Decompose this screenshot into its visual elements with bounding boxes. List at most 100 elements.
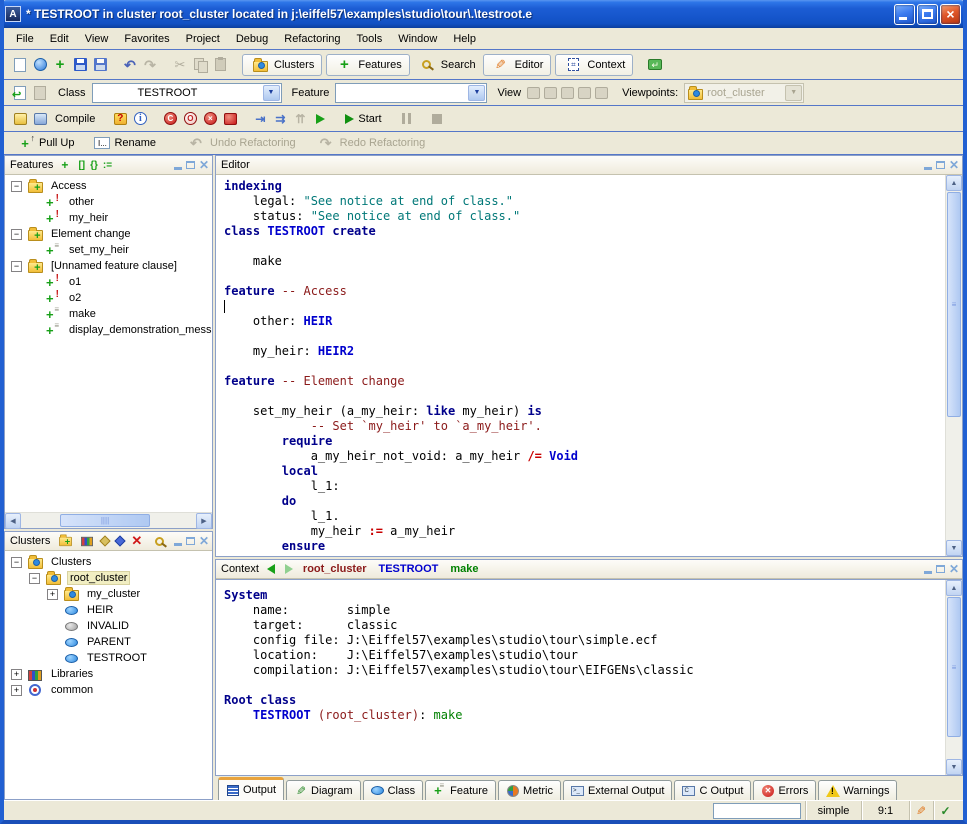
menu-tools[interactable]: Tools (349, 30, 391, 48)
editable-state-button[interactable]: ✎ (909, 801, 933, 820)
collapse-icon[interactable]: − (29, 573, 40, 584)
view-clickable-icon[interactable] (544, 87, 557, 99)
menu-favorites[interactable]: Favorites (116, 30, 177, 48)
melt-icon[interactable] (12, 111, 28, 127)
features-panel-header[interactable]: Features + []{}:= ✕ (5, 156, 212, 175)
external-editor-icon[interactable] (647, 57, 663, 73)
start-button[interactable]: Start (340, 108, 386, 130)
clusters-tree-item-my-cluster[interactable]: +my_cluster (5, 586, 212, 602)
clusters-panel-header[interactable]: Clusters ✕ ✕ (5, 532, 212, 551)
feature-view-tool-icon-0[interactable]: [] (78, 160, 85, 171)
delete-icon[interactable]: ✕ (131, 533, 142, 549)
clusters-tree-item-invalid[interactable]: INVALID (5, 618, 212, 634)
scroll-down-icon[interactable]: ▼ (946, 540, 962, 556)
tab-errors[interactable]: ✕Errors (753, 780, 816, 800)
ctx-scroll-down-icon[interactable]: ▼ (946, 759, 962, 775)
features-hscroll-thumb[interactable]: |||| (60, 514, 150, 527)
features-minimize-icon[interactable] (174, 167, 182, 170)
context-vscroll-thumb[interactable]: ≡ (947, 597, 961, 737)
compile-query-icon[interactable]: ? (112, 111, 128, 127)
features-tool-button[interactable]: +Features (326, 54, 409, 76)
clusters-close-icon[interactable]: ✕ (199, 536, 209, 546)
clusters-tree-item-heir[interactable]: HEIR (5, 602, 212, 618)
features-tree-item-make[interactable]: +make (5, 306, 212, 322)
features-tree-item-o1[interactable]: +o1 (5, 274, 212, 290)
editor-vscrollbar[interactable]: ▲ ≡ ▼ (945, 175, 962, 556)
collapse-icon[interactable]: − (11, 261, 22, 272)
view-basic-icon[interactable] (527, 87, 540, 99)
search-cluster-icon[interactable] (155, 537, 164, 546)
menu-window[interactable]: Window (390, 30, 445, 48)
ctx-scroll-up-icon[interactable]: ▲ (946, 580, 962, 596)
clusters-tree-item-common[interactable]: +common (5, 682, 212, 698)
copy-icon[interactable] (192, 57, 208, 73)
clusters-tree-item-clusters[interactable]: −Clusters (5, 554, 212, 570)
tab-diagram[interactable]: ✎Diagram (286, 780, 361, 800)
compiled-state-button[interactable]: ✓ (933, 801, 957, 820)
editor-tool-button[interactable]: ✎Editor (483, 54, 552, 76)
save-all-icon[interactable] (92, 57, 108, 73)
tab-external-output[interactable]: >_External Output (563, 780, 672, 800)
menu-edit[interactable]: Edit (42, 30, 77, 48)
open-icon[interactable] (32, 57, 48, 73)
viewpoints-combobox[interactable]: root_cluster ▼ (684, 83, 804, 103)
scroll-up-icon[interactable]: ▲ (946, 175, 962, 191)
scroll-left-icon[interactable]: ◀ (5, 513, 21, 529)
editor-close-icon[interactable]: ✕ (949, 160, 959, 170)
add-item-icon[interactable] (115, 535, 126, 546)
clusters-tree-item-testroot[interactable]: TESTROOT (5, 650, 212, 666)
features-tree-item-set-my-heir[interactable]: +set_my_heir (5, 242, 212, 258)
tab-class[interactable]: Class (363, 780, 424, 800)
context-crumb-make[interactable]: make (450, 563, 478, 575)
add-cluster-icon[interactable] (59, 536, 72, 545)
editor-minimize-icon[interactable] (924, 167, 932, 170)
menu-debug[interactable]: Debug (228, 30, 276, 48)
menu-view[interactable]: View (77, 30, 117, 48)
collapse-icon[interactable]: − (11, 557, 22, 568)
editor-vscroll-thumb[interactable]: ≡ (947, 192, 961, 417)
feature-new-icon[interactable]: + (61, 158, 68, 172)
clusters-tree-item-libraries[interactable]: +Libraries (5, 666, 212, 682)
run-no-break-icon[interactable] (312, 111, 328, 127)
system-info-icon[interactable]: i (132, 111, 148, 127)
context-crumb-testroot[interactable]: TESTROOT (379, 563, 439, 575)
features-tree-item-display-demonstration-messa[interactable]: +display_demonstration_messa (5, 322, 212, 338)
add-library-icon[interactable] (81, 536, 93, 545)
collapse-icon[interactable]: − (11, 229, 22, 240)
disable-breakpoints-icon[interactable]: O (182, 111, 198, 127)
menu-refactoring[interactable]: Refactoring (276, 30, 348, 48)
paste-icon[interactable] (212, 57, 228, 73)
new-window-icon[interactable] (12, 57, 28, 73)
tab-c-output[interactable]: CC Output (674, 780, 751, 800)
menu-file[interactable]: File (8, 30, 42, 48)
context-tool-button[interactable]: ⌗Context (555, 54, 633, 76)
expand-icon[interactable]: + (11, 685, 22, 696)
tab-feature[interactable]: +Feature (425, 780, 496, 800)
freeze-icon[interactable] (32, 111, 48, 127)
class-combobox[interactable]: TESTROOT ▼ (92, 83, 282, 103)
context-crumb-root-cluster[interactable]: root_cluster (303, 563, 367, 575)
context-output-area[interactable]: System name: simple target: classic conf… (216, 580, 945, 775)
save-icon[interactable] (72, 57, 88, 73)
clusters-tree-item-root-cluster[interactable]: −root_cluster (5, 570, 212, 586)
view-contract-icon[interactable] (578, 87, 591, 99)
compile-button[interactable]: Compile (50, 108, 100, 130)
clusters-tree-item-parent[interactable]: PARENT (5, 634, 212, 650)
remove-breakpoints-icon[interactable]: × (202, 111, 218, 127)
features-tree-item-element-change[interactable]: −Element change (5, 226, 212, 242)
clusters-tool-button[interactable]: Clusters (242, 54, 322, 76)
view-interface-icon[interactable] (595, 87, 608, 99)
status-filter-input[interactable] (713, 803, 801, 819)
features-hscrollbar[interactable]: ◀ |||| ▶ (5, 512, 212, 528)
step-into-icon[interactable]: ⇥ (252, 111, 268, 127)
feature-view-tool-icon-1[interactable]: {} (90, 160, 98, 171)
back-to-doc-icon[interactable] (12, 85, 28, 101)
features-tree-item-other[interactable]: +other (5, 194, 212, 210)
enable-breakpoints-icon[interactable]: C (162, 111, 178, 127)
feature-view-tool-icon-2[interactable]: := (103, 160, 112, 171)
undo-icon[interactable]: ↶ (122, 57, 138, 73)
rename-button[interactable]: I... Rename (89, 132, 161, 154)
features-close-icon[interactable]: ✕ (199, 160, 209, 170)
tab-warnings[interactable]: Warnings (818, 780, 897, 800)
clusters-minimize-icon[interactable] (174, 543, 182, 546)
